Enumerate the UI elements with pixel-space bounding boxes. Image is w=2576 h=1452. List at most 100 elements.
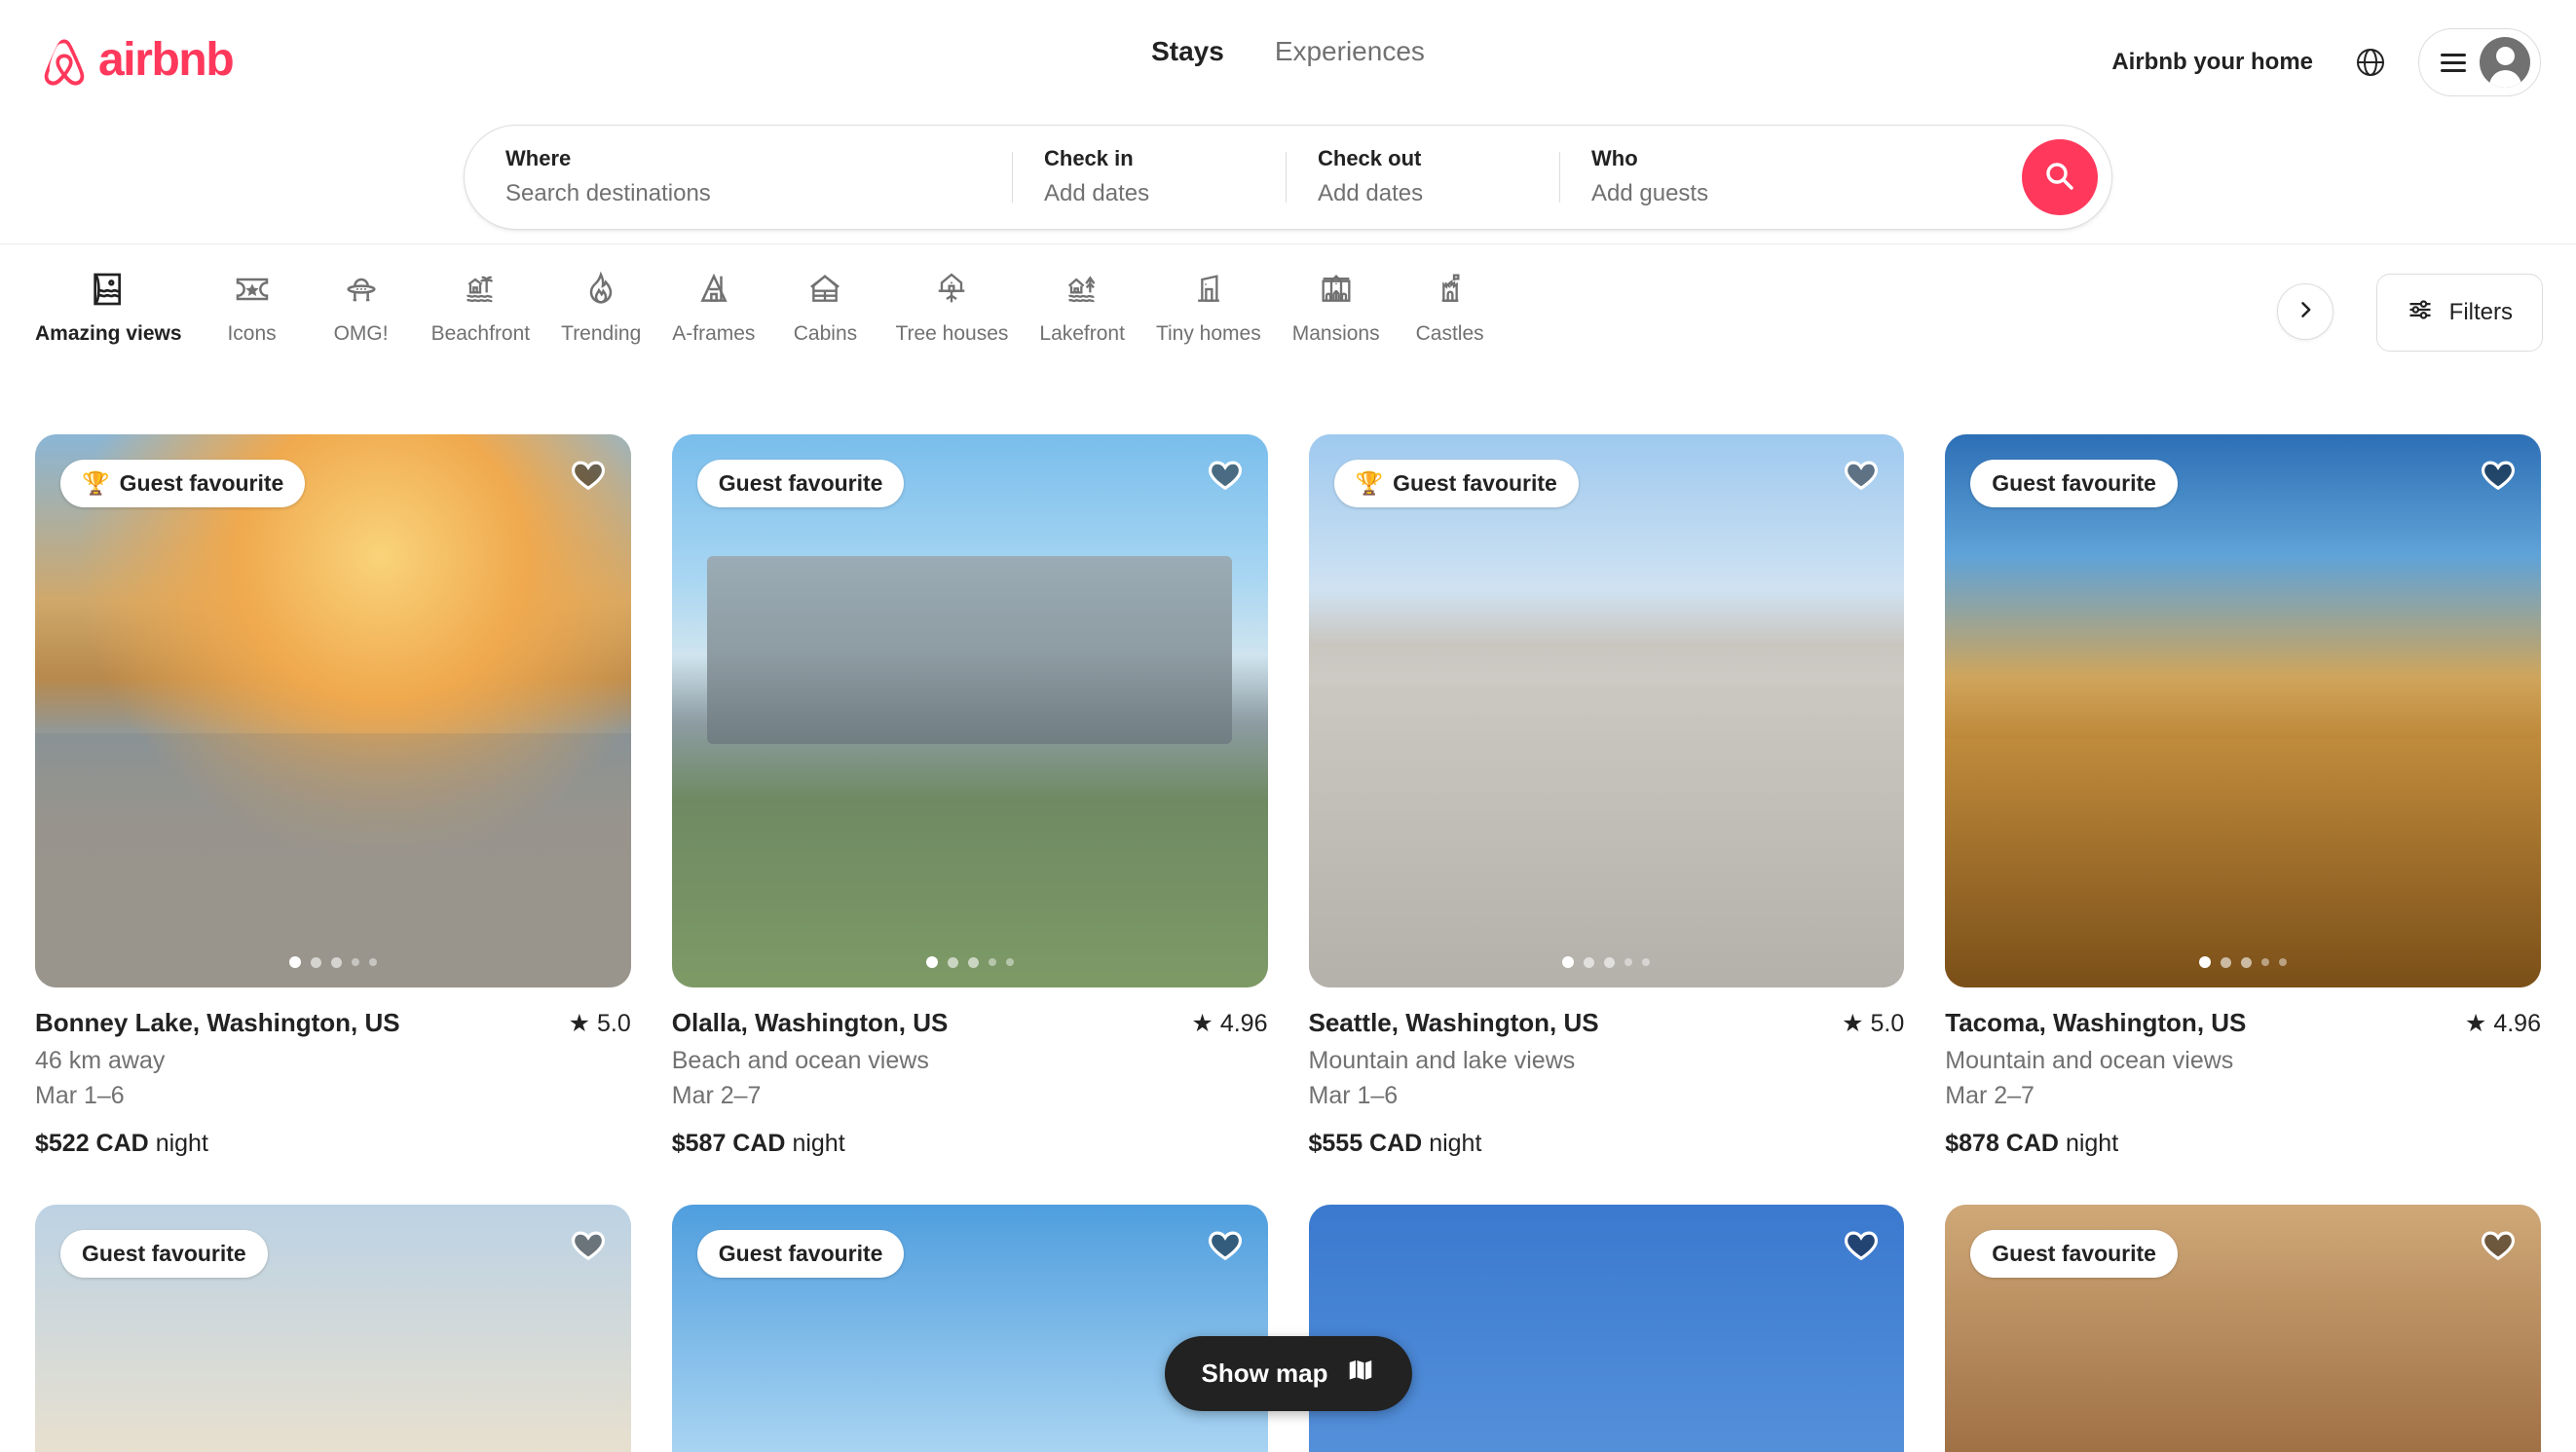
save-to-wishlist-button[interactable] [569, 1226, 608, 1263]
save-to-wishlist-button[interactable] [1206, 456, 1245, 493]
airbnb-your-home-link[interactable]: Airbnb your home [2090, 31, 2334, 93]
carousel-dot[interactable] [988, 958, 996, 966]
carousel-dot[interactable] [1584, 956, 1595, 968]
carousel-dot[interactable] [2199, 956, 2212, 968]
header-right-cluster: Airbnb your home [2090, 28, 2541, 96]
globe-icon[interactable] [2342, 34, 2399, 91]
save-to-wishlist-button[interactable] [1842, 456, 1881, 493]
category-mansions[interactable]: Mansions [1277, 244, 1396, 345]
rating-value: 4.96 [1219, 1009, 1268, 1037]
photo-carousel-dots[interactable] [1945, 956, 2541, 968]
save-to-wishlist-button[interactable] [569, 456, 608, 493]
category-icons[interactable]: Icons [198, 244, 307, 345]
listing-photo[interactable]: Guest favourite [671, 434, 1268, 987]
category-cabins[interactable]: Cabins [770, 244, 879, 345]
category-a-frames[interactable]: A-frames [656, 244, 770, 345]
category-beachfront[interactable]: Beachfront [416, 244, 546, 345]
listing-card[interactable]: Guest favourite Tacoma, Washington, US ★ [1945, 434, 2541, 1158]
carousel-dot[interactable] [925, 956, 938, 968]
lakefront-icon [1063, 270, 1101, 309]
listing-photo[interactable]: Guest favourite [671, 1204, 1268, 1452]
listing-photo[interactable] [1308, 1204, 1905, 1452]
airbnb-logo[interactable]: airbnb [39, 32, 235, 93]
listing-card[interactable] [1308, 1204, 1905, 1452]
carousel-dot[interactable] [1604, 956, 1616, 968]
trophy-icon: 🏆 [1355, 470, 1384, 496]
category-next-button[interactable] [2276, 283, 2333, 340]
listing-card[interactable]: 🏆 Guest favourite Bonney Lake, Washingto… [35, 434, 631, 1158]
photo-carousel-dots[interactable] [35, 956, 631, 968]
listing-card[interactable]: Guest favourite Olalla, Washington, US ★ [671, 434, 1268, 1158]
rating-value: 4.96 [2493, 1009, 2541, 1037]
checkin-input[interactable]: Add dates [1044, 180, 1254, 208]
listing-card[interactable]: Guest favourite [35, 1204, 631, 1452]
nav-tab-stays[interactable]: Stays [1149, 29, 1226, 74]
show-map-button[interactable]: Show map [1164, 1336, 1412, 1411]
carousel-dot[interactable] [330, 956, 342, 968]
guest-favourite-badge: 🏆 Guest favourite [60, 460, 306, 507]
checkout-input[interactable]: Add dates [1318, 180, 1528, 208]
nav-tab-experiences[interactable]: Experiences [1273, 29, 1427, 74]
search-submit-button[interactable] [2022, 139, 2098, 215]
carousel-dot[interactable] [351, 958, 359, 966]
carousel-dot[interactable] [310, 956, 321, 968]
listing-card[interactable]: Guest favourite [1945, 1204, 2541, 1452]
category-label: Tiny homes [1155, 322, 1261, 345]
user-menu-button[interactable] [2418, 28, 2541, 96]
carousel-dot[interactable] [368, 958, 377, 966]
listing-photo-image [1308, 1204, 1905, 1452]
category-label: A-frames [672, 322, 756, 345]
save-to-wishlist-button[interactable] [2479, 1226, 2518, 1263]
listing-rating: ★ 4.96 [2465, 1007, 2541, 1038]
listing-dates: Mar 2–7 [671, 1082, 762, 1109]
save-to-wishlist-button[interactable] [2479, 456, 2518, 493]
category-omg[interactable]: OMG! [307, 244, 416, 345]
category-amazing-views[interactable]: Amazing views [19, 244, 198, 345]
search-where-field[interactable]: Where Search destinations [465, 126, 1012, 229]
checkout-label: Check out [1318, 146, 1422, 171]
listing-photo[interactable]: 🏆 Guest favourite [1308, 434, 1905, 987]
listing-card[interactable]: Guest favourite [671, 1204, 1268, 1452]
carousel-dot[interactable] [2279, 958, 2288, 966]
photo-carousel-dots[interactable] [672, 956, 1268, 968]
carousel-dot[interactable] [2241, 956, 2253, 968]
save-to-wishlist-button[interactable] [1842, 1226, 1881, 1263]
carousel-dot[interactable] [967, 956, 979, 968]
where-input[interactable]: Search destinations [505, 180, 981, 208]
filters-button[interactable]: Filters [2375, 274, 2543, 352]
category-lakefront[interactable]: Lakefront [1024, 244, 1140, 345]
carousel-dot[interactable] [2221, 956, 2232, 968]
search-checkin-field[interactable]: Check in Add dates [1013, 126, 1286, 229]
listing-price: $587 CAD night [672, 1130, 1268, 1158]
category-trending[interactable]: Trending [545, 244, 656, 345]
carousel-dot[interactable] [947, 956, 958, 968]
listing-photo[interactable]: 🏆 Guest favourite [35, 434, 631, 987]
carousel-dot[interactable] [288, 956, 301, 968]
guest-favourite-badge: 🏆 Guest favourite [1333, 460, 1579, 507]
listing-photo[interactable]: Guest favourite [1945, 434, 2541, 987]
tiny-home-icon [1189, 270, 1228, 309]
listing-dates: Mar 2–7 [1945, 1082, 2035, 1109]
carousel-dot[interactable] [1642, 958, 1651, 966]
checkin-label: Check in [1044, 146, 1134, 171]
category-label: Trending [561, 322, 642, 345]
category-tiny-homes[interactable]: Tiny homes [1140, 244, 1277, 345]
carousel-dot[interactable] [1005, 958, 1014, 966]
listing-card[interactable]: 🏆 Guest favourite Seattle, Washington, U… [1308, 434, 1905, 1158]
listing-title: Seattle, Washington, US [1308, 1008, 1599, 1037]
filters-label: Filters [2448, 299, 2513, 325]
listing-title: Tacoma, Washington, US [1945, 1008, 2247, 1037]
who-input[interactable]: Add guests [1591, 180, 2080, 208]
listing-photo[interactable]: Guest favourite [35, 1204, 631, 1452]
search-checkout-field[interactable]: Check out Add dates [1287, 126, 1559, 229]
category-castles[interactable]: Castles [1396, 244, 1505, 345]
price-unit: night [2065, 1129, 2119, 1157]
carousel-dot[interactable] [1624, 958, 1633, 966]
listing-photo[interactable]: Guest favourite [1945, 1204, 2541, 1452]
badge-label: Guest favourite [1992, 470, 2156, 496]
category-tree-houses[interactable]: Tree houses [879, 244, 1024, 345]
carousel-dot[interactable] [1562, 956, 1575, 968]
carousel-dot[interactable] [2261, 958, 2270, 966]
save-to-wishlist-button[interactable] [1206, 1226, 1245, 1263]
photo-carousel-dots[interactable] [1309, 956, 1905, 968]
